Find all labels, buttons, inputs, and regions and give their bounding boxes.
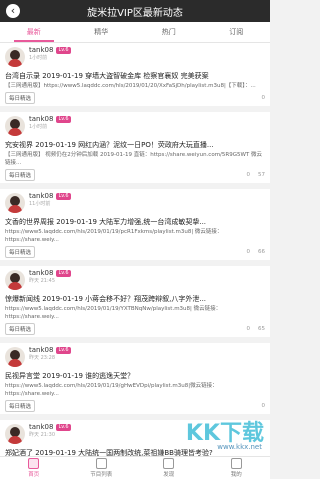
post-content[interactable]: 民视异言堂 2019-01-19 谁的逃逸天堂？ <box>5 371 265 381</box>
post-detail: https://www5.laqddc.com/hls/2019/01/19/g… <box>5 383 218 397</box>
nav-discover[interactable]: 发现 <box>135 457 203 479</box>
post-item[interactable]: tank08 Lv.6 1小时前 究安视界 2019-01-19 网红内涵？泥纹一… <box>0 112 270 183</box>
post-detail: 【三网通用版】https://www5.laqddc.com/hls/2019/… <box>5 83 256 89</box>
nav-label: 节目列表 <box>90 472 113 478</box>
username[interactable]: tank08 <box>29 193 53 200</box>
like-count: 57 <box>258 172 265 178</box>
username[interactable]: tank08 <box>29 347 53 354</box>
board-tag[interactable]: 每日精选 <box>5 400 36 412</box>
nav-home[interactable]: 首页 <box>0 457 68 479</box>
post-time: 昨天 21:45 <box>29 278 55 284</box>
post-time: 1小时前 <box>29 124 48 130</box>
level-badge: Lv.6 <box>56 270 71 277</box>
nav-label: 发现 <box>163 472 175 478</box>
post-content[interactable]: 惊爆新闻线 2019-01-19 小蒋会移不好？翔茂跨辩叙,八字外泄... <box>5 294 265 304</box>
avatar[interactable] <box>5 424 25 444</box>
board-tag[interactable]: 每日精选 <box>5 169 36 181</box>
comment-count: 0 <box>261 95 266 101</box>
like-count: 66 <box>258 249 265 255</box>
discover-icon <box>163 458 175 469</box>
comment-count: 0 <box>246 326 251 332</box>
post-time: 11小时前 <box>29 201 51 207</box>
comment-count: 0 <box>246 172 251 178</box>
like-count: 65 <box>258 326 265 332</box>
level-badge: Lv.6 <box>56 116 71 123</box>
level-badge: Lv.6 <box>56 347 71 354</box>
username[interactable]: tank08 <box>29 270 53 277</box>
level-badge: Lv.6 <box>56 47 71 54</box>
username[interactable]: tank08 <box>29 424 53 431</box>
post-time: 1小时前 <box>29 55 48 61</box>
tab-latest[interactable]: 最新 <box>0 22 68 42</box>
board-tag[interactable]: 每日精选 <box>5 246 36 258</box>
post-item[interactable]: tank08 Lv.6 昨天 23:28 民视异言堂 2019-01-19 谁的逃… <box>0 343 270 414</box>
board-tag[interactable]: 每日精选 <box>5 323 36 335</box>
post-detail: 【三网通用版】 视频仍在2分钟后加载 2019-01-19 直链：https:/… <box>5 152 263 166</box>
tab-featured[interactable]: 精华 <box>68 22 136 42</box>
post-content[interactable]: 究安视界 2019-01-19 网红内涵？泥纹一日PO！荧政府大玩直播... <box>5 140 265 150</box>
comment-count: 0 <box>261 403 266 409</box>
title-bar: ‹ 旋米拉VIP区最新动态 <box>0 0 270 22</box>
post-feed[interactable]: tank08 Lv.6 1小时前 台湾自示录 2019-01-19 穿墙大盗智破金… <box>0 43 270 457</box>
nav-profile[interactable]: 我的 <box>203 457 271 479</box>
comment-count: 0 <box>246 249 251 255</box>
username[interactable]: tank08 <box>29 116 53 123</box>
tab-bar: 最新 精华 热门 订阅 <box>0 22 270 43</box>
post-content[interactable]: 文香的世界周报 2019-01-19 大陆军力增强,统一台湾成敏契挚... <box>5 217 265 227</box>
post-detail: https://www5.laqddc.com/hls/2019/01/19/p… <box>5 229 223 243</box>
avatar[interactable] <box>5 47 25 67</box>
list-icon <box>95 458 107 469</box>
bottom-nav: 首页 节目列表 发现 我的 <box>0 456 270 479</box>
post-time: 昨天 23:28 <box>29 355 55 361</box>
post-item[interactable]: tank08 Lv.6 1小时前 台湾自示录 2019-01-19 穿墙大盗智破金… <box>0 43 270 106</box>
nav-label: 我的 <box>230 472 242 478</box>
avatar[interactable] <box>5 116 25 136</box>
post-item[interactable]: tank08 Lv.6 昨天 21:30 郑妃酒了 2019-01-19 大陆统一… <box>0 420 270 457</box>
level-badge: Lv.6 <box>56 193 71 200</box>
board-tag[interactable]: 每日精选 <box>5 92 36 104</box>
level-badge: Lv.6 <box>56 424 71 431</box>
home-icon <box>28 458 40 469</box>
tab-hot[interactable]: 热门 <box>135 22 203 42</box>
tab-subscribed[interactable]: 订阅 <box>203 22 271 42</box>
profile-icon <box>230 458 242 469</box>
back-icon[interactable]: ‹ <box>6 4 20 18</box>
page-title: 旋米拉VIP区最新动态 <box>87 7 183 19</box>
username[interactable]: tank08 <box>29 47 53 54</box>
post-item[interactable]: tank08 Lv.6 昨天 21:45 惊爆新闻线 2019-01-19 小蒋会… <box>0 266 270 337</box>
post-item[interactable]: tank08 Lv.6 11小时前 文香的世界周报 2019-01-19 大陆军力… <box>0 189 270 260</box>
post-content[interactable]: 台湾自示录 2019-01-19 穿墙大盗智破金库 检察官襄奴 完美获案 <box>5 71 265 81</box>
post-detail: https://www5.laqddc.com/hls/2019/01/19/Y… <box>5 306 222 320</box>
nav-label: 首页 <box>28 472 40 478</box>
post-time: 昨天 21:30 <box>29 432 55 438</box>
avatar[interactable] <box>5 347 25 367</box>
avatar[interactable] <box>5 270 25 290</box>
nav-program-list[interactable]: 节目列表 <box>68 457 136 479</box>
avatar[interactable] <box>5 193 25 213</box>
